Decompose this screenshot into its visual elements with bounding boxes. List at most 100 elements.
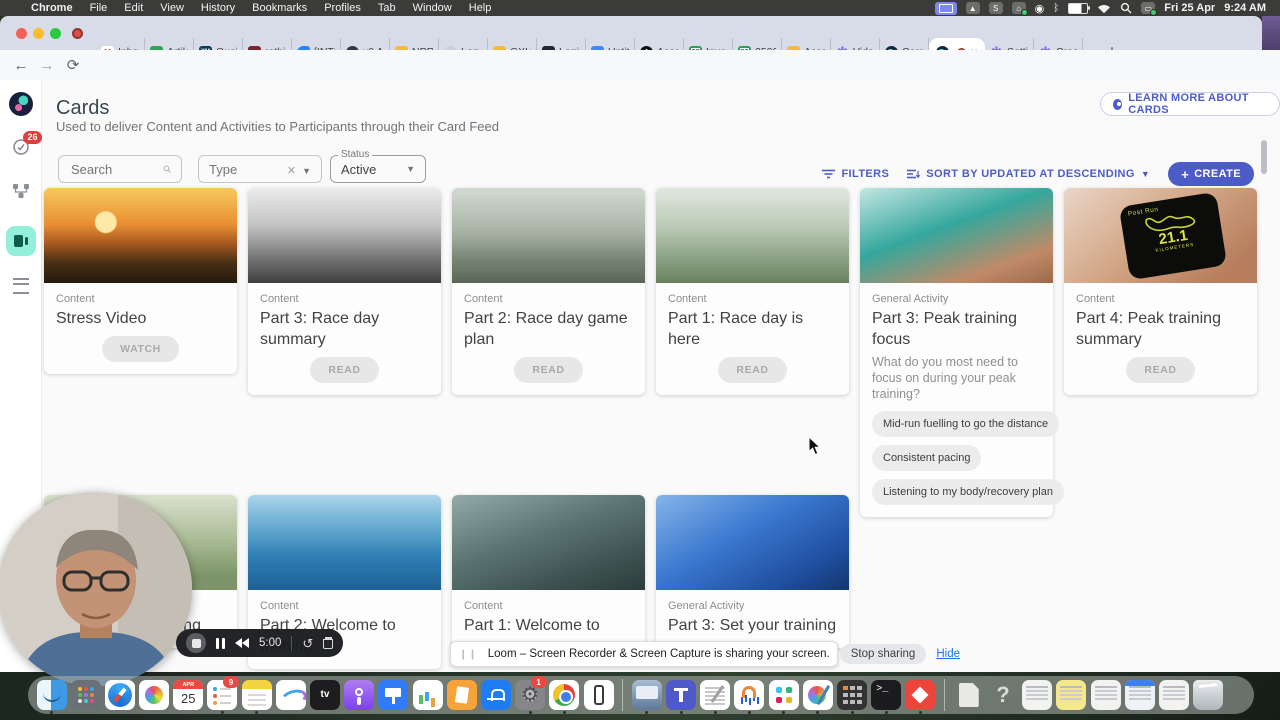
dock-doc-window-5[interactable] [1158, 680, 1189, 710]
app-logo[interactable] [8, 92, 33, 116]
dock-trash[interactable] [1193, 680, 1224, 710]
window-minimize-button[interactable] [33, 28, 44, 39]
spotlight-icon[interactable] [1120, 2, 1132, 15]
type-select[interactable]: Type ✕ ▼ [198, 155, 322, 183]
card-action-button[interactable]: READ [310, 357, 379, 383]
stop-recording-button[interactable] [186, 633, 206, 653]
pause-button[interactable] [216, 637, 225, 649]
dock-reminders[interactable]: 9 [207, 676, 239, 714]
display-menu-icon[interactable]: ▭ [1141, 2, 1158, 16]
dock-doc-window-1[interactable] [1022, 680, 1053, 710]
menu-profiles[interactable]: Profiles [324, 2, 361, 14]
wifi-icon[interactable] [1097, 2, 1111, 15]
back-button[interactable]: ← [8, 57, 34, 74]
filters-button[interactable]: FILTERS [822, 168, 889, 180]
create-button[interactable]: + CREATE [1168, 162, 1254, 186]
content-card[interactable]: General Activity Part 3: Peak training f… [860, 188, 1064, 517]
page-scrollbar[interactable] [1261, 140, 1267, 174]
restart-recording-button[interactable]: ↺ [302, 637, 313, 650]
battery-icon[interactable] [1068, 2, 1091, 14]
dock-art[interactable] [802, 680, 833, 714]
option-chip[interactable]: Listening to my body/recovery plan [872, 479, 1064, 505]
s-app-menu-icon[interactable]: S [988, 2, 1003, 14]
search-input[interactable] [69, 160, 163, 178]
sidebar-item-tasks[interactable]: 26 [12, 131, 42, 161]
dock-chrome[interactable] [549, 680, 580, 714]
dock-appstore[interactable] [480, 680, 511, 710]
dock-finder[interactable] [36, 680, 67, 714]
dock-freeform[interactable] [275, 680, 306, 710]
dock-question[interactable] [987, 680, 1018, 710]
dock-calendar[interactable]: APR 25 [173, 680, 204, 710]
menu-window[interactable]: Window [413, 2, 452, 14]
menu-bar-date[interactable]: Fri 25 Apr [1164, 2, 1215, 14]
dock-podcasts[interactable] [344, 680, 375, 710]
card-action-button[interactable]: READ [514, 357, 583, 383]
content-card[interactable]: Content Part 3: Race day summary READ [248, 188, 441, 395]
sidebar-item-cards-active[interactable] [5, 226, 36, 256]
sidebar-item-pathways[interactable] [12, 183, 30, 204]
dock-doc-window-2[interactable] [1056, 680, 1087, 710]
content-card[interactable]: Content Stress Video WATCH [44, 188, 237, 374]
menu-help[interactable]: Help [469, 2, 492, 14]
menu-file[interactable]: File [90, 2, 108, 14]
dock-doc-window-3[interactable] [1090, 680, 1121, 710]
shortcut-menu-icon[interactable]: ▲ [965, 2, 980, 14]
dock-photos[interactable] [139, 680, 170, 710]
content-card[interactable]: General Activity Part 3: Set your traini… [656, 495, 849, 648]
card-action-button[interactable]: WATCH [102, 336, 179, 362]
dock-launchpad[interactable] [70, 680, 101, 710]
bluetooth-icon[interactable]: ᛒ [1053, 2, 1059, 15]
dock-numbers[interactable] [412, 680, 443, 710]
loom-menu-icon[interactable]: ◉ [1035, 2, 1045, 15]
menu-history[interactable]: History [201, 2, 235, 14]
window-zoom-button[interactable] [50, 28, 61, 39]
menu-chrome[interactable]: Chrome [31, 2, 73, 14]
dock-terminal[interactable] [871, 680, 902, 714]
window-close-button[interactable] [16, 28, 27, 39]
menu-bar-time[interactable]: 9:24 AM [1224, 2, 1266, 14]
option-chip[interactable]: Consistent pacing [872, 445, 982, 471]
dock-settings[interactable]: 1 [515, 676, 547, 714]
rewind-button[interactable] [235, 638, 249, 648]
loom-webcam-bubble[interactable] [0, 492, 192, 686]
stop-sharing-button[interactable]: Stop sharing [839, 644, 927, 664]
reload-button[interactable]: ⟳ [60, 56, 86, 74]
content-card[interactable]: Content Part 1: Welcome to [452, 495, 645, 648]
dock-safari[interactable] [104, 680, 135, 710]
card-action-button[interactable]: READ [718, 357, 787, 383]
menu-bookmarks[interactable]: Bookmarks [252, 2, 307, 14]
dock-teams[interactable] [666, 680, 697, 714]
content-card[interactable]: Content Part 2: Race day game plan READ [452, 188, 645, 395]
dock-doc-window-4[interactable] [1124, 680, 1155, 710]
hide-banner-link[interactable]: Hide [936, 648, 960, 660]
menu-tab[interactable]: Tab [378, 2, 396, 14]
screen-sharing-icon[interactable] [934, 1, 957, 15]
search-field[interactable] [58, 155, 182, 183]
teams-status-icon[interactable]: ⌂ [1011, 2, 1028, 16]
dock-textedit[interactable] [700, 680, 731, 714]
dock-audacity[interactable] [734, 680, 765, 714]
dock-file[interactable] [953, 680, 984, 710]
clear-icon[interactable]: ✕ [287, 165, 296, 177]
menu-view[interactable]: View [160, 2, 184, 14]
dock-keynote[interactable] [378, 680, 409, 710]
drag-handle-icon[interactable]: ❙❙ [459, 649, 478, 660]
dock-appletv[interactable]: tv [310, 680, 341, 710]
delete-recording-button[interactable] [323, 637, 334, 649]
dock-calculator[interactable] [837, 680, 868, 714]
card-action-button[interactable]: READ [1126, 357, 1195, 383]
content-card[interactable]: Content Part 1: Race day is here READ [656, 188, 849, 395]
menu-edit[interactable]: Edit [124, 2, 143, 14]
dock-notes[interactable] [241, 680, 272, 714]
sidebar-menu-icon[interactable] [12, 278, 29, 294]
dock-slack[interactable] [768, 680, 799, 714]
forward-button[interactable]: → [34, 57, 60, 74]
sort-button[interactable]: SORT BY UPDATED AT DESCENDING ▼ [907, 168, 1150, 180]
dock-screen-capture[interactable] [631, 680, 662, 714]
dock-anydesk[interactable] [905, 680, 936, 714]
learn-more-button[interactable]: LEARN MORE ABOUT CARDS [1100, 92, 1280, 116]
dock-iphone-mirroring[interactable] [583, 680, 614, 710]
option-chip[interactable]: Mid-run fuelling to go the distance [872, 411, 1060, 437]
dock-pages[interactable] [446, 680, 477, 710]
